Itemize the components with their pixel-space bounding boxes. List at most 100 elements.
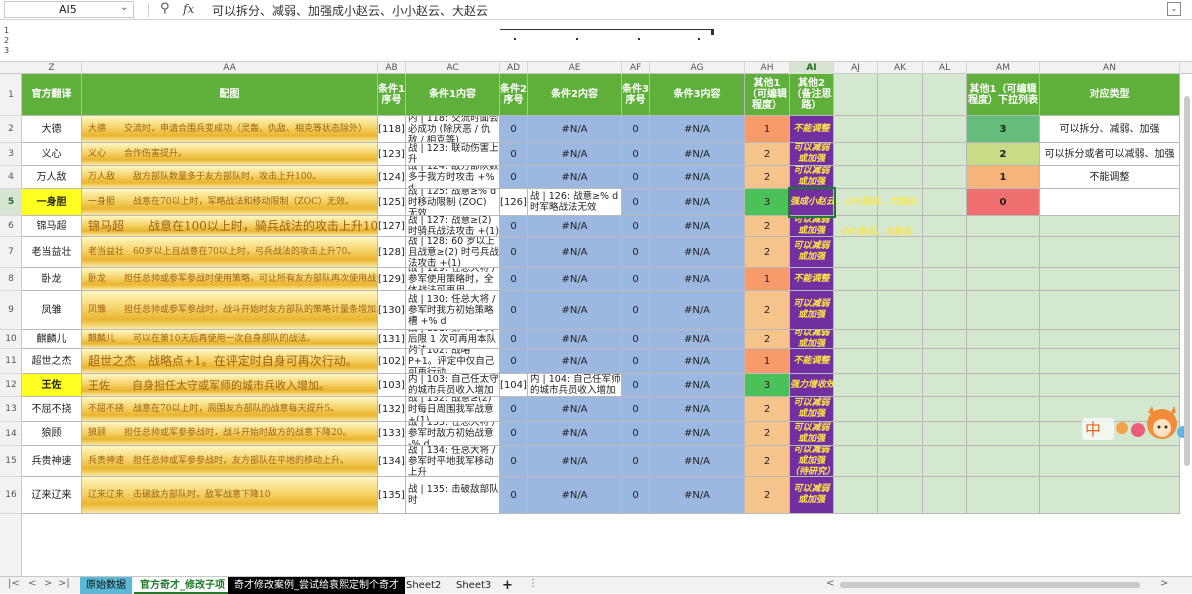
image-cell[interactable]: 王佐 自身担任太守或军师的城市兵收入增加。 (82, 374, 378, 397)
empty-cell[interactable] (967, 422, 1040, 446)
row-header[interactable]: 12 (0, 374, 22, 397)
note-cell[interactable]: 不能调整 (790, 116, 834, 143)
cond2-text-cell[interactable]: 内 | 104: 自己任军师的城市兵员收入增加 (528, 374, 622, 397)
empty-cell[interactable] (878, 374, 923, 397)
cond2-text-cell[interactable]: #N/A (528, 116, 622, 143)
cond3-id-cell[interactable]: 0 (622, 374, 650, 397)
editability-cell[interactable]: 2 (745, 143, 790, 166)
row-header[interactable]: 13 (0, 397, 22, 422)
empty-cell[interactable] (923, 477, 967, 514)
cond2-id-cell[interactable]: [104] (500, 374, 528, 397)
name-cell[interactable]: 麒麟儿 (22, 330, 82, 349)
cond3-id-cell[interactable]: 0 (622, 166, 650, 189)
editability-cell[interactable]: 2 (745, 477, 790, 514)
empty-cell[interactable] (834, 268, 878, 291)
outline-dot[interactable] (638, 38, 640, 40)
editability-cell[interactable]: 2 (745, 446, 790, 477)
cond3-text-cell[interactable]: #N/A (650, 237, 745, 268)
empty-cell[interactable] (923, 422, 967, 446)
cond1-text-cell[interactable]: 战 | 133: 任总大将 / 参军时敌方初始战意 -% d (406, 422, 500, 446)
next-sheet-icon[interactable]: > (44, 578, 52, 589)
name-cell[interactable]: 凤雏 (22, 291, 82, 330)
cond3-text-cell[interactable]: #N/A (650, 116, 745, 143)
dropdown-value-cell[interactable]: 3 (967, 116, 1040, 143)
sheet-tab[interactable]: 奇才修改案例_尝试给袁熙定制个奇才 (228, 577, 405, 594)
cond3-id-cell[interactable]: 0 (622, 397, 650, 422)
cond2-id-cell[interactable]: 0 (500, 349, 528, 374)
cond2-text-cell[interactable]: #N/A (528, 477, 622, 514)
cond3-text-cell[interactable]: #N/A (650, 166, 745, 189)
dropdown-value-cell[interactable]: 1 (967, 166, 1040, 189)
header-cell[interactable]: 条件3序号 (622, 74, 650, 116)
row-header[interactable]: 3 (0, 143, 22, 166)
cond1-text-cell[interactable]: 内 | 102: 战略 P+1。评定中仅自己可再行动 (406, 349, 500, 374)
cond2-id-cell[interactable]: 0 (500, 237, 528, 268)
empty-cell[interactable] (878, 446, 923, 477)
image-cell[interactable]: 狼顾 担任总帅或军参参战时，战斗开始时敌方的战意下降20。 (82, 422, 378, 446)
outline-level-1[interactable]: 1 (4, 26, 9, 35)
empty-cell[interactable] (834, 330, 878, 349)
editability-cell[interactable]: 3 (745, 374, 790, 397)
spreadsheet-grid[interactable]: 官方翻译 配图 条件1序号 条件1内容 条件2序号 条件2内容 条件3序号 条件3内容 其他1（… (22, 74, 1192, 576)
empty-cell[interactable] (967, 330, 1040, 349)
empty-cell[interactable] (967, 397, 1040, 422)
empty-cell[interactable] (834, 166, 878, 189)
note-cell[interactable]: 不能调整 (790, 349, 834, 374)
empty-cell[interactable] (923, 116, 967, 143)
cond1-text-cell[interactable]: 战 | 134: 任总大将 / 参军时平地我军移动上升 (406, 446, 500, 477)
empty-cell[interactable] (878, 349, 923, 374)
header-cell[interactable]: 其他1（可编辑程度） (745, 74, 790, 116)
cond1-text-cell[interactable]: 战 | 124: 敌方部队数多于我方时攻击 +% d (406, 166, 500, 189)
name-box[interactable]: AI5 (4, 1, 134, 18)
header-cell[interactable]: 条件2内容 (528, 74, 622, 116)
row-header[interactable]: 9 (0, 291, 22, 330)
dropdown-value-cell[interactable]: 0 (967, 189, 1040, 216)
cond2-id-cell[interactable]: 0 (500, 116, 528, 143)
more-tabs-icon[interactable]: ⋮ (528, 578, 538, 589)
cond3-text-cell[interactable]: #N/A (650, 216, 745, 237)
empty-cell[interactable] (923, 446, 967, 477)
cond2-id-cell[interactable]: 0 (500, 330, 528, 349)
column-header[interactable]: AH (745, 62, 790, 74)
cond2-text-cell[interactable]: #N/A (528, 237, 622, 268)
empty-cell[interactable] (923, 397, 967, 422)
empty-cell[interactable] (834, 477, 878, 514)
empty-cell[interactable] (1040, 446, 1180, 477)
row-header[interactable]: 4 (0, 166, 22, 189)
header-cell[interactable]: 其他2（备注思路） (790, 74, 834, 116)
empty-cell[interactable] (923, 374, 967, 397)
header-cell[interactable]: 条件1内容 (406, 74, 500, 116)
empty-cell[interactable] (1040, 237, 1180, 268)
cond3-id-cell[interactable]: 0 (622, 237, 650, 268)
note-cell[interactable]: 可以减弱或加强 (790, 237, 834, 268)
editability-cell[interactable]: 2 (745, 216, 790, 237)
empty-cell[interactable] (834, 291, 878, 330)
fx-icon[interactable]: fx (183, 2, 194, 16)
image-cell[interactable]: 兵贵神速 担任总帅或军参参战时，友方部队在平地的移动上升。 (82, 446, 378, 477)
image-cell[interactable]: 一身胆 战意在70以上时，军略战法和移动限制（ZOC）无效。 (82, 189, 378, 216)
empty-cell[interactable] (834, 74, 878, 116)
empty-cell[interactable] (1040, 268, 1180, 291)
cond3-id-cell[interactable]: 0 (622, 216, 650, 237)
cond2-text-cell[interactable]: #N/A (528, 143, 622, 166)
cond1-id-cell[interactable]: [129] (378, 268, 406, 291)
image-cell[interactable]: 麒麟儿 可以在第10天后再使用一次自身部队的战法。 (82, 330, 378, 349)
cond3-text-cell[interactable]: #N/A (650, 397, 745, 422)
empty-cell[interactable] (834, 237, 878, 268)
column-header[interactable]: AF (622, 62, 650, 74)
name-cell[interactable]: 兵贵神速 (22, 446, 82, 477)
empty-cell[interactable] (967, 349, 1040, 374)
cond2-id-cell[interactable]: [126] (500, 189, 528, 216)
column-header-selected[interactable]: AI (790, 62, 834, 74)
add-sheet-button[interactable]: + (496, 577, 519, 594)
row-header-selected[interactable]: 5 (0, 189, 22, 216)
column-header[interactable]: AM (967, 62, 1040, 74)
column-header[interactable]: AG (650, 62, 745, 74)
cond3-id-cell[interactable]: 0 (622, 349, 650, 374)
empty-cell[interactable] (878, 330, 923, 349)
row-header[interactable]: 2 (0, 116, 22, 143)
empty-cell[interactable] (1040, 374, 1180, 397)
empty-cell[interactable] (1040, 477, 1180, 514)
cond1-text-cell[interactable]: 内 | 103: 自己任太守的城市兵员收入增加 (406, 374, 500, 397)
cond2-id-cell[interactable]: 0 (500, 291, 528, 330)
